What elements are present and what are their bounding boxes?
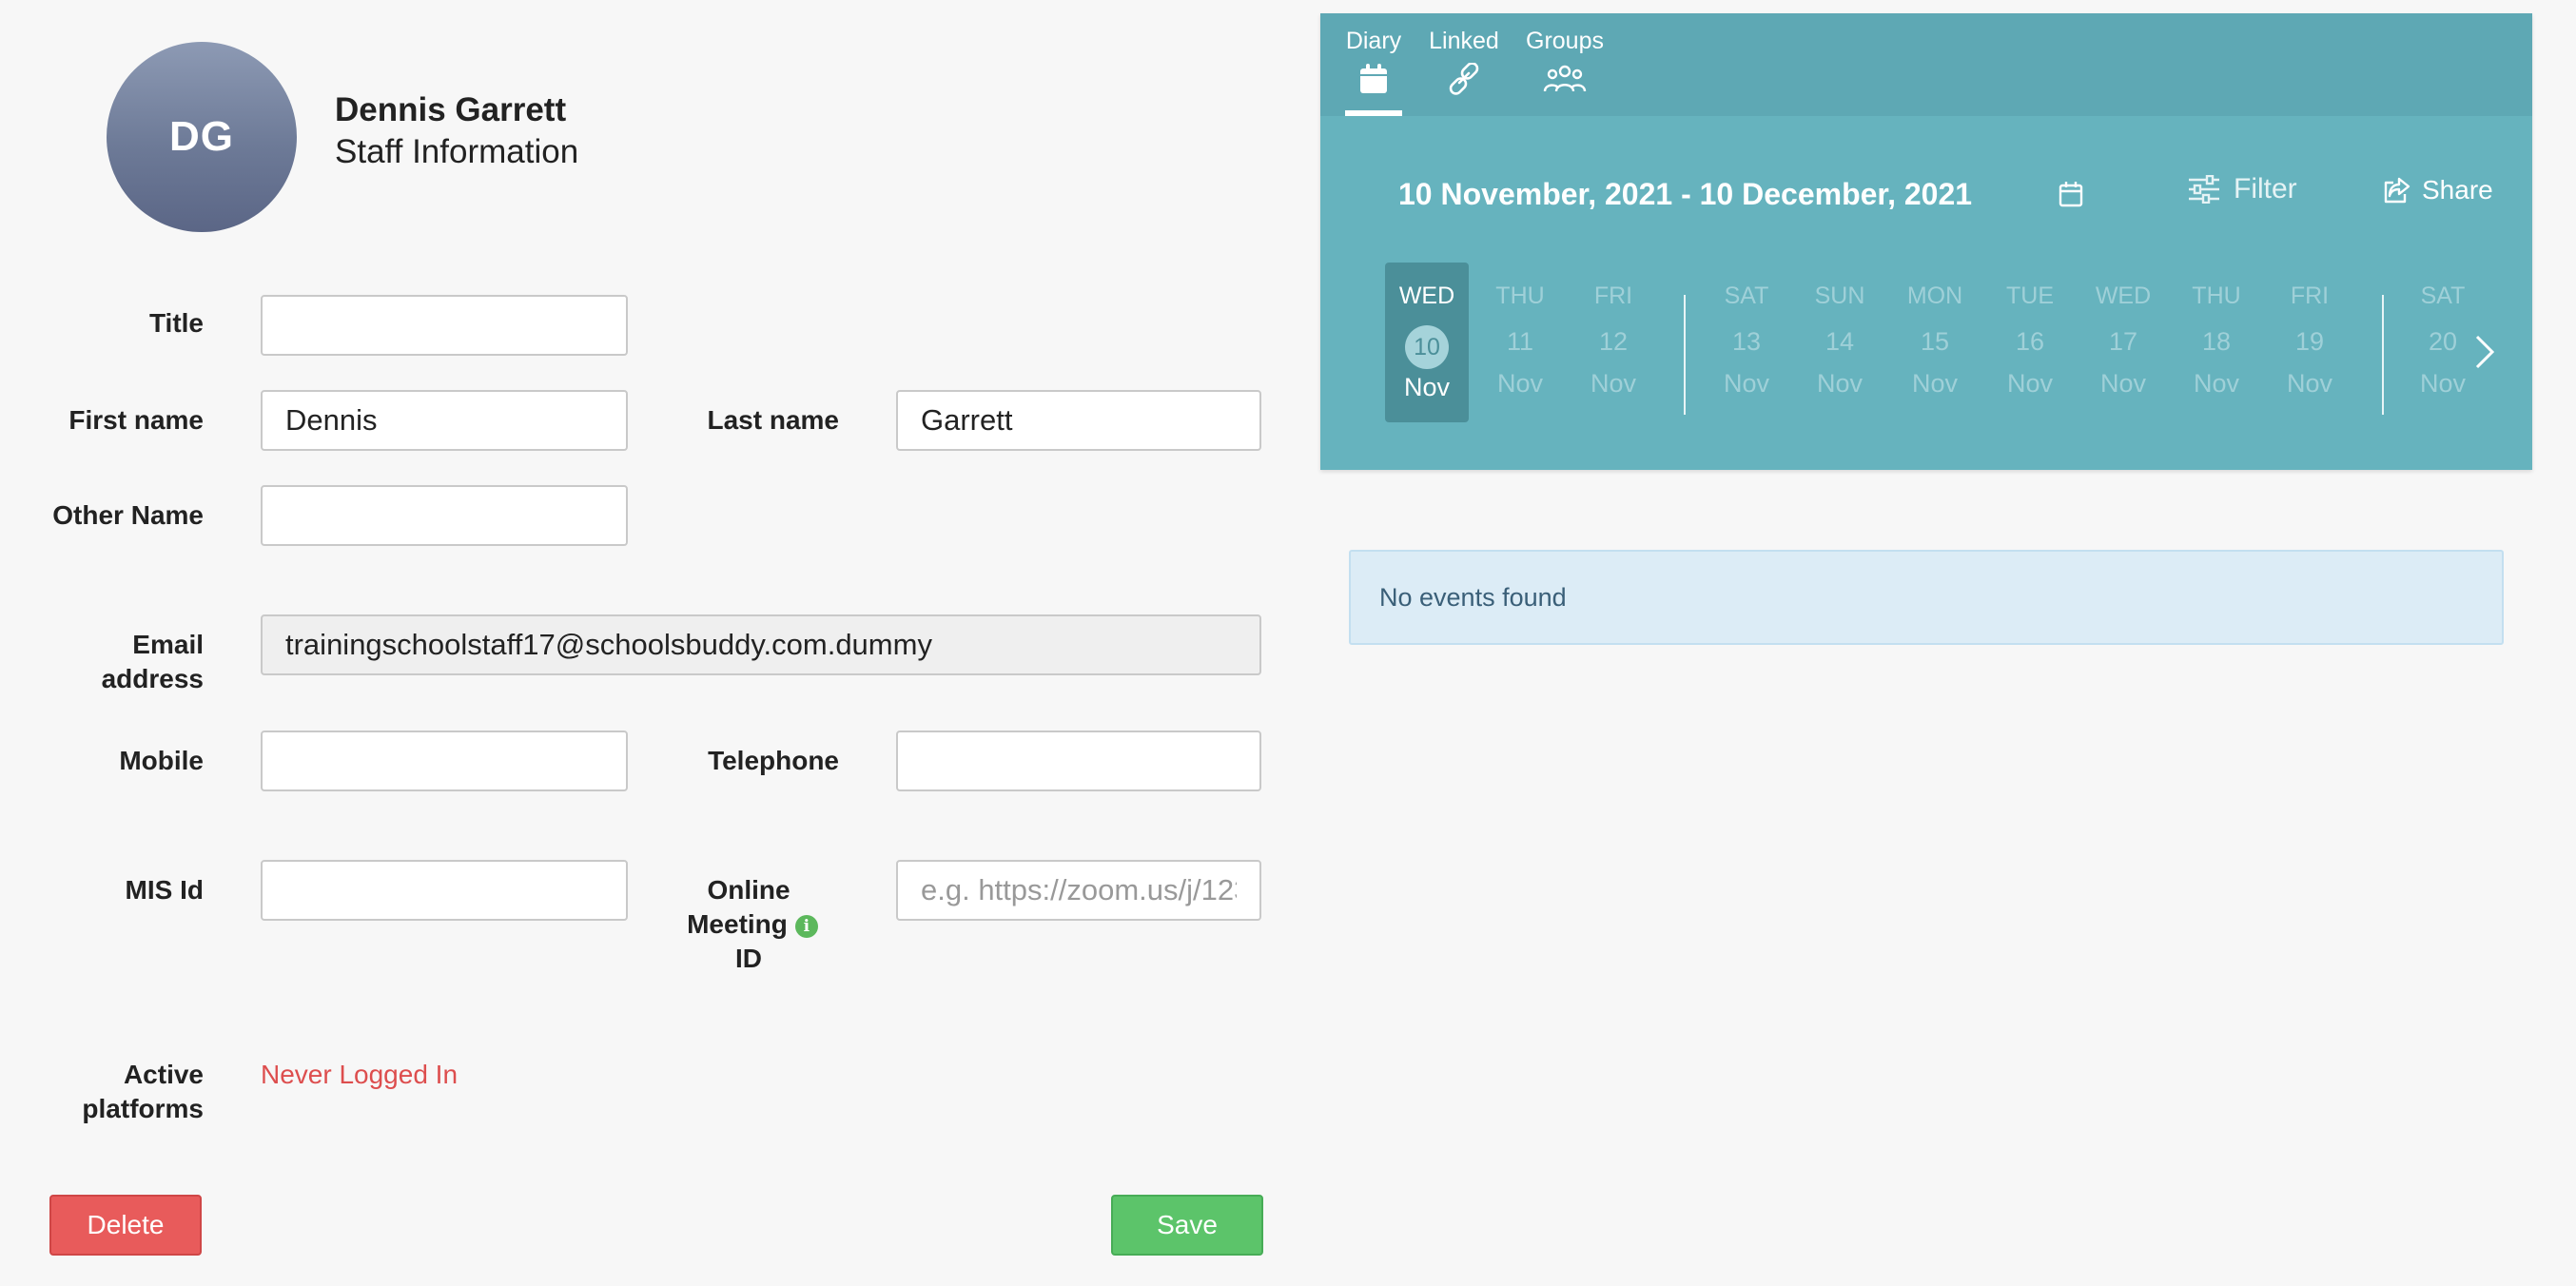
no-events-message: No events found: [1349, 550, 2504, 645]
day-thu-18[interactable]: THU 18 Nov: [2175, 263, 2258, 422]
day-fri-19[interactable]: FRI 19 Nov: [2268, 263, 2352, 422]
email-field[interactable]: [261, 614, 1261, 675]
day-fri-12[interactable]: FRI 12 Nov: [1571, 263, 1655, 422]
telephone-field[interactable]: [896, 731, 1261, 791]
info-icon[interactable]: i: [794, 914, 818, 938]
avatar: DG: [107, 42, 297, 232]
mis-id-label: MIS Id: [125, 875, 204, 905]
groups-icon: [1543, 65, 1587, 92]
title-field[interactable]: [261, 295, 628, 356]
filter-button[interactable]: Filter: [2188, 173, 2297, 205]
day-sun-14[interactable]: SUN 14 Nov: [1798, 263, 1882, 422]
delete-button[interactable]: Delete: [49, 1195, 202, 1256]
mobile-label: Mobile: [119, 746, 204, 775]
sliders-icon: [2189, 175, 2219, 204]
profile-subtitle: Staff Information: [335, 133, 579, 170]
email-label: Email address: [101, 630, 204, 693]
last-name-label: Last name: [707, 405, 840, 435]
selected-day-marker: 10: [1405, 325, 1449, 369]
active-platforms-label: Active platforms: [82, 1060, 204, 1123]
day-sat-13[interactable]: SAT 13 Nov: [1705, 263, 1788, 422]
first-name-field[interactable]: [261, 390, 628, 451]
tab-linked[interactable]: Linked: [1427, 13, 1501, 116]
telephone-label: Telephone: [708, 746, 839, 775]
week-separator: [2382, 295, 2384, 415]
tab-diary[interactable]: Diary: [1345, 13, 1402, 116]
date-range[interactable]: 10 November, 2021 - 10 December, 2021: [1398, 177, 1972, 212]
chevron-right-icon[interactable]: [2473, 333, 2496, 371]
week-separator: [1684, 295, 1686, 415]
tab-groups[interactable]: Groups: [1524, 13, 1606, 116]
share-icon: [2384, 177, 2410, 204]
day-sat-20[interactable]: SAT 20 Nov: [2401, 263, 2485, 422]
last-name-field[interactable]: [896, 390, 1261, 451]
online-meeting-field[interactable]: [896, 860, 1261, 921]
online-meeting-label: Online Meeting i ID: [666, 873, 839, 976]
save-button[interactable]: Save: [1111, 1195, 1263, 1256]
diary-panel: Diary Linked Groups 10 November, 2021 - …: [1320, 13, 2532, 470]
share-button[interactable]: Share: [2382, 175, 2493, 205]
date-picker-icon[interactable]: [2059, 181, 2083, 207]
day-tue-16[interactable]: TUE 16 Nov: [1988, 263, 2072, 422]
link-icon: [1449, 63, 1479, 95]
day-wed-17[interactable]: WED 17 Nov: [2081, 263, 2165, 422]
active-platforms-status: Never Logged In: [261, 1060, 459, 1089]
first-name-label: First name: [68, 405, 204, 435]
other-name-label: Other Name: [52, 500, 204, 530]
title-label: Title: [148, 308, 204, 338]
mis-id-field[interactable]: [261, 860, 628, 921]
panel-tabs: Diary Linked Groups: [1320, 13, 2532, 116]
profile-name: Dennis Garrett: [335, 91, 567, 128]
mobile-field[interactable]: [261, 731, 628, 791]
active-tab-indicator: [1345, 110, 1402, 116]
calendar-icon: [1360, 64, 1387, 93]
day-wed-10[interactable]: WED 10 Nov: [1385, 263, 1469, 422]
day-thu-11[interactable]: THU 11 Nov: [1478, 263, 1562, 422]
other-name-field[interactable]: [261, 485, 628, 546]
day-mon-15[interactable]: MON 15 Nov: [1893, 263, 1977, 422]
